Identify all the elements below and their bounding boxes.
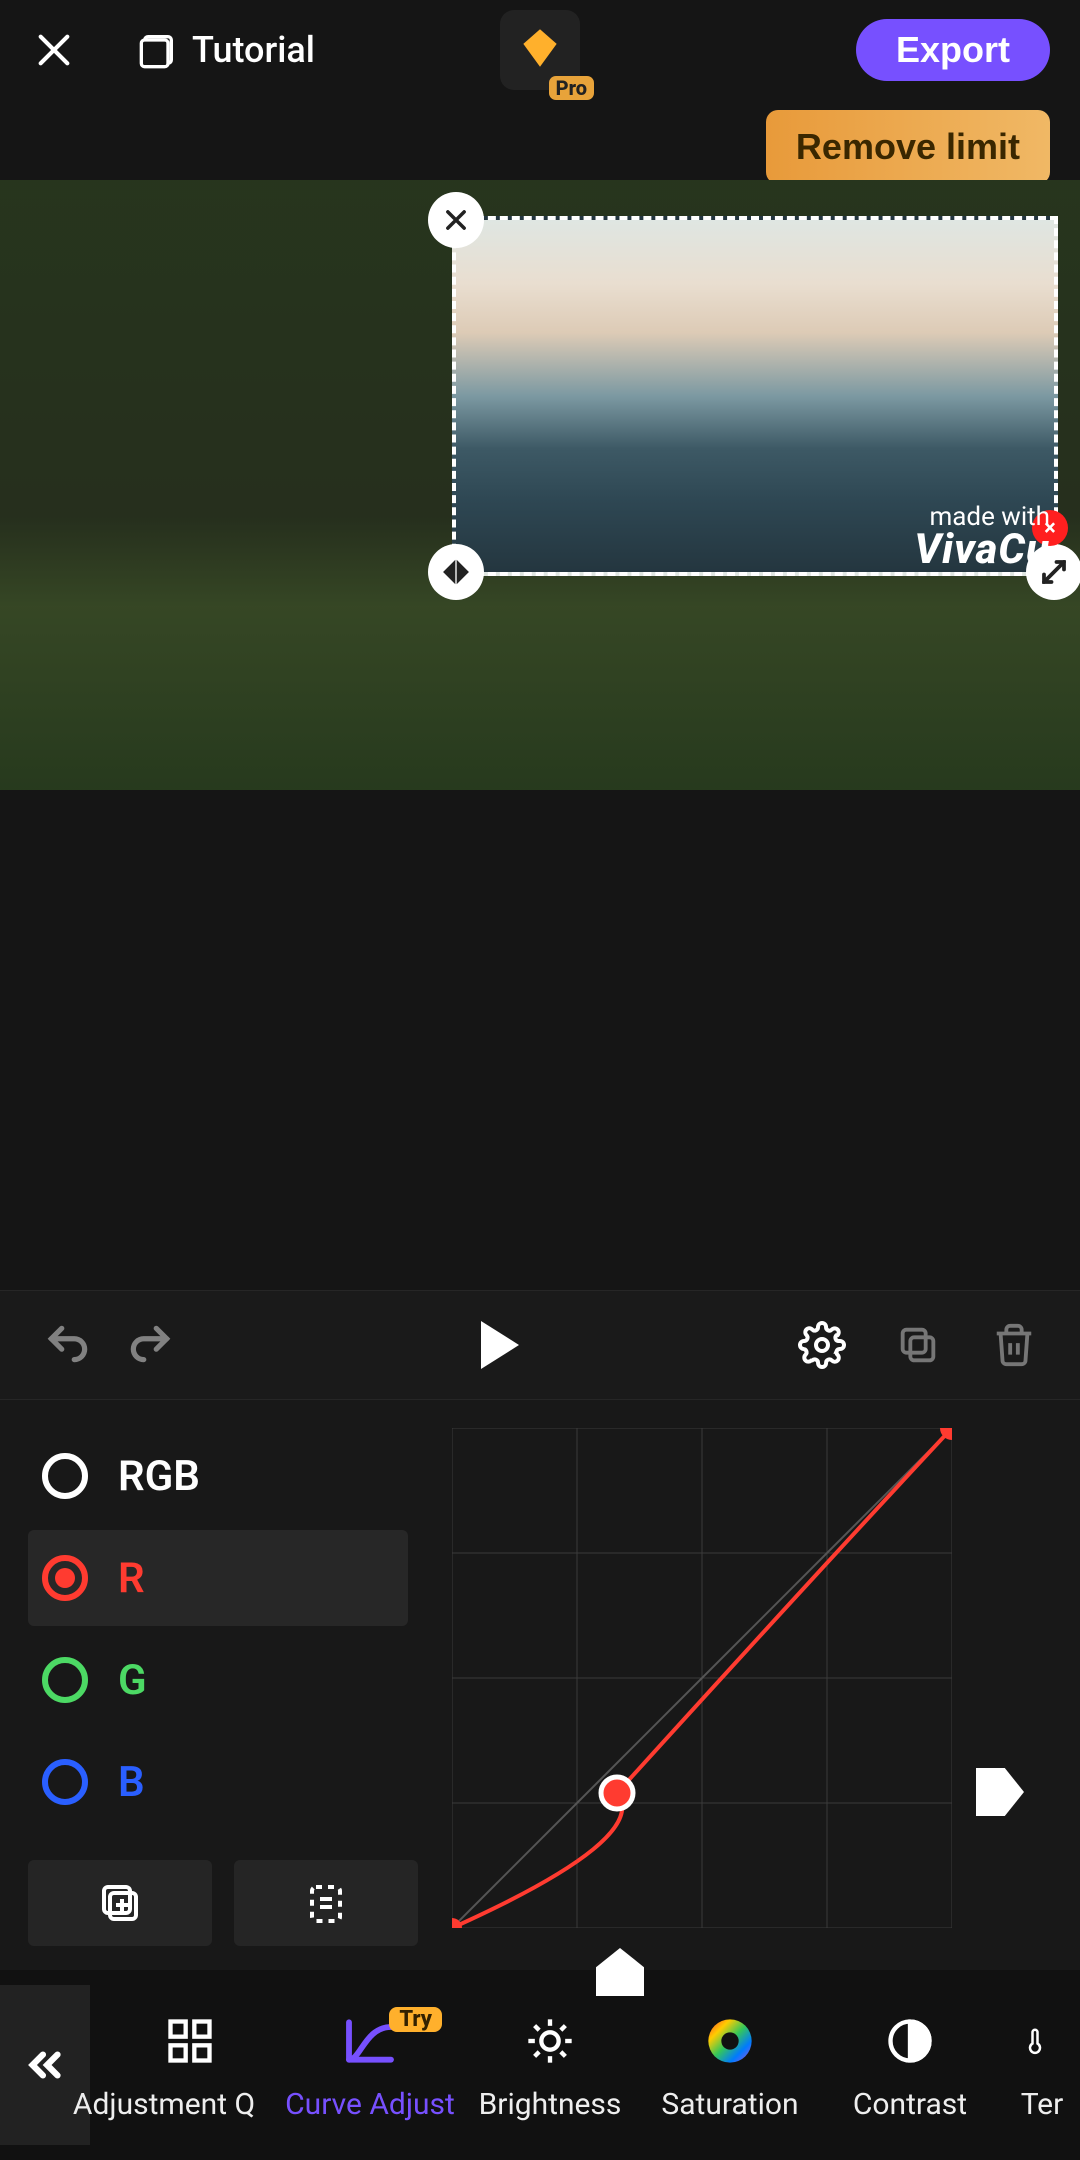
pro-badge[interactable]: Pro — [500, 10, 580, 90]
tool-brightness[interactable]: Brightness — [460, 2009, 640, 2122]
tool-temperature[interactable]: Ter — [1000, 2009, 1070, 2122]
tool-contrast[interactable]: Contrast — [820, 2009, 1000, 2122]
channel-rgb[interactable]: RGB — [28, 1428, 408, 1524]
pro-label: Pro — [549, 76, 594, 100]
paste-adjust-button[interactable] — [234, 1860, 418, 1946]
contrast-icon — [884, 2009, 936, 2073]
curve-editor[interactable]: 83,66 — [452, 1428, 952, 1928]
overlay-clip[interactable]: × made with VivaCu — [452, 216, 1058, 576]
rgb-channel-icon — [42, 1453, 88, 1499]
r-channel-icon — [42, 1555, 88, 1601]
close-button[interactable] — [30, 26, 78, 74]
redo-button[interactable] — [122, 1317, 178, 1373]
brightness-icon — [524, 2009, 576, 2073]
try-badge: Try — [389, 2007, 442, 2032]
adjustment-icon — [164, 2009, 216, 2073]
saturation-icon — [704, 2009, 756, 2073]
channel-b[interactable]: B — [28, 1734, 408, 1830]
overlay-flip-handle[interactable] — [428, 544, 484, 600]
channel-label: RGB — [118, 1452, 200, 1501]
tool-label: Saturation — [661, 2087, 798, 2122]
tutorial-label: Tutorial — [192, 29, 315, 71]
diamond-icon — [515, 23, 565, 77]
temperature-icon — [1020, 2009, 1050, 2073]
tool-label: Adjustment Q — [73, 2087, 255, 2122]
watermark-brand: VivaCu — [914, 525, 1050, 574]
channel-label: B — [118, 1758, 145, 1807]
tutorial-button[interactable]: Tutorial — [138, 29, 315, 71]
undo-button[interactable] — [40, 1317, 96, 1373]
copy-adjust-button[interactable] — [28, 1860, 212, 1946]
clone-button[interactable] — [892, 1319, 944, 1371]
tool-adjustment[interactable]: Adjustment Q — [100, 2009, 280, 2122]
remove-limit-button[interactable]: Remove limit — [766, 110, 1050, 184]
tool-label: Brightness — [479, 2087, 622, 2122]
g-channel-icon — [42, 1657, 88, 1703]
b-channel-icon — [42, 1759, 88, 1805]
curve-y-marker[interactable] — [976, 1768, 1024, 1816]
channel-g[interactable]: G — [28, 1632, 408, 1728]
channel-label: R — [118, 1554, 145, 1603]
channel-r[interactable]: R — [28, 1530, 408, 1626]
preview-canvas[interactable]: × made with VivaCu — [0, 180, 1080, 790]
play-button[interactable] — [481, 1321, 519, 1369]
overlay-delete-handle[interactable] — [428, 192, 484, 248]
tool-label: Ter — [1021, 2087, 1064, 2122]
tool-label: Contrast — [853, 2087, 967, 2122]
tool-saturation[interactable]: Saturation — [640, 2009, 820, 2122]
settings-button[interactable] — [796, 1319, 848, 1371]
tool-label: Curve Adjust — [285, 2087, 455, 2122]
channel-label: G — [118, 1656, 147, 1705]
tool-curve-adjust[interactable]: Try Curve Adjust — [280, 2009, 460, 2122]
tutorial-icon — [138, 30, 178, 70]
delete-button[interactable] — [988, 1319, 1040, 1371]
export-button[interactable]: Export — [856, 19, 1050, 81]
